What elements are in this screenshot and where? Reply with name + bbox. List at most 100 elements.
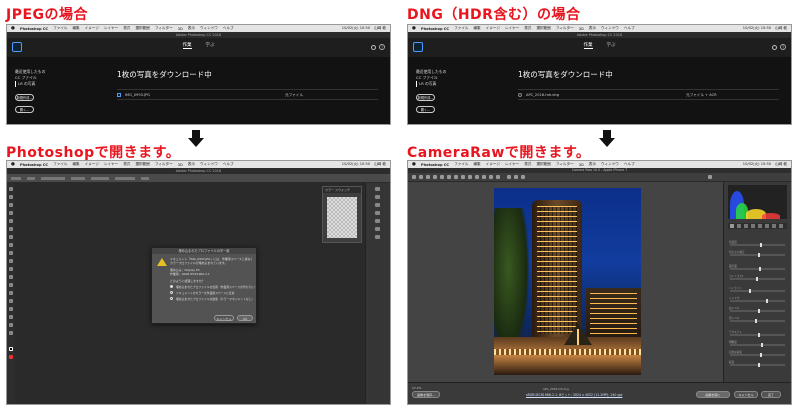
file-checkbox[interactable]	[117, 93, 121, 97]
slider-texture[interactable]: テクスチャ	[729, 331, 785, 337]
apple-icon[interactable]: ●	[11, 26, 15, 31]
dodge-tool-icon[interactable]	[9, 283, 13, 287]
apple-icon[interactable]: ●	[11, 162, 15, 167]
white-balance-tool-icon[interactable]	[426, 175, 430, 179]
new-button[interactable]: 新規作成...	[416, 94, 435, 101]
panel-icon[interactable]	[375, 211, 380, 215]
menu-item[interactable]: 選択範囲	[536, 162, 550, 167]
slider-tint[interactable]: 色かぶり補正	[729, 251, 785, 257]
option-use-embedded-radio[interactable]	[170, 285, 173, 288]
menu-item[interactable]: 書式	[524, 26, 531, 31]
menu-item[interactable]: ファイル	[53, 26, 67, 31]
slider-shadows[interactable]: シャドウ	[729, 297, 785, 303]
help-icon[interactable]: ?	[379, 44, 385, 50]
split-toning-tab-icon[interactable]	[758, 224, 762, 228]
panel-icon[interactable]	[375, 219, 380, 223]
menu-item[interactable]: ファイル	[53, 162, 67, 167]
straighten-tool-icon[interactable]	[454, 175, 458, 179]
menu-user[interactable]: 山崎 敦	[374, 162, 386, 167]
menu-user[interactable]: 山崎 敦	[775, 162, 787, 167]
slider-whites[interactable]: 白レベル	[729, 307, 785, 313]
menu-item[interactable]: イメージ	[486, 162, 500, 167]
menu-item[interactable]: 3D	[579, 27, 584, 31]
done-button[interactable]: 完了	[761, 391, 781, 398]
menu-item[interactable]: フィルター	[556, 162, 574, 167]
search-icon[interactable]	[371, 45, 376, 50]
preferences-icon[interactable]	[507, 175, 511, 179]
slider-contrast[interactable]: コントラスト	[729, 275, 785, 281]
panel-icon[interactable]	[375, 195, 380, 199]
rotate-left-icon[interactable]	[514, 175, 518, 179]
marquee-tool-icon[interactable]	[9, 195, 13, 199]
slider-exposure[interactable]: 露光量	[729, 265, 785, 271]
new-button[interactable]: 新規作成...	[15, 94, 34, 101]
panel-icon[interactable]	[375, 235, 380, 239]
menu-item[interactable]: 選択範囲	[135, 162, 149, 167]
slider-blacks[interactable]: 黒レベル	[729, 317, 785, 323]
search-icon[interactable]	[772, 45, 777, 50]
blur-tool-icon[interactable]	[9, 275, 13, 279]
menu-item[interactable]: 編集	[72, 26, 79, 31]
calibration-tab-icon[interactable]	[779, 224, 783, 228]
menu-item[interactable]: ウィンドウ	[200, 162, 218, 167]
save-image-button[interactable]: 画像を保存...	[412, 391, 440, 398]
zoom-tool-icon[interactable]	[9, 331, 13, 335]
history-brush-icon[interactable]	[9, 251, 13, 255]
radial-filter-icon[interactable]	[496, 175, 500, 179]
brush-tool-icon[interactable]	[9, 235, 13, 239]
stamp-tool-icon[interactable]	[9, 243, 13, 247]
pen-tool-icon[interactable]	[9, 291, 13, 295]
eraser-tool-icon[interactable]	[9, 259, 13, 263]
menu-item[interactable]: ウィンドウ	[601, 162, 619, 167]
tab-learn[interactable]: 学ぶ	[607, 42, 616, 49]
menu-item[interactable]: 3D	[579, 163, 584, 167]
hsl-tab-icon[interactable]	[751, 224, 755, 228]
menu-app[interactable]: Photoshop CC	[20, 163, 48, 167]
menu-item[interactable]: 書式	[123, 162, 130, 167]
cancel-button[interactable]: キャンセル	[734, 391, 758, 398]
menu-item[interactable]: ヘルプ	[624, 162, 635, 167]
menu-item[interactable]: ファイル	[454, 26, 468, 31]
crop-tool-icon[interactable]	[447, 175, 451, 179]
menu-item[interactable]: レイヤー	[104, 26, 118, 31]
graduated-filter-icon[interactable]	[489, 175, 493, 179]
menu-item[interactable]: イメージ	[85, 26, 99, 31]
move-tool-icon[interactable]	[9, 187, 13, 191]
menu-item[interactable]: ヘルプ	[223, 162, 234, 167]
panel-icon[interactable]	[375, 203, 380, 207]
cancel-button[interactable]: キャンセル	[214, 315, 234, 321]
tab-work[interactable]: 作業	[182, 42, 192, 49]
hand-tool-icon[interactable]	[9, 323, 13, 327]
slider-clarity[interactable]: 明瞭度	[729, 341, 785, 347]
hand-tool-icon[interactable]	[419, 175, 423, 179]
fullscreen-icon[interactable]	[708, 175, 712, 179]
gradient-tool-icon[interactable]	[9, 267, 13, 271]
menu-item[interactable]: フィルター	[155, 26, 173, 31]
apple-icon[interactable]: ●	[412, 162, 416, 167]
menu-app[interactable]: Photoshop CC	[421, 163, 449, 167]
menu-item[interactable]: ヘルプ	[624, 26, 635, 31]
panel-icon[interactable]	[375, 187, 380, 191]
targeted-adjustment-icon[interactable]	[440, 175, 444, 179]
apple-icon[interactable]: ●	[412, 26, 416, 31]
menu-item[interactable]: イメージ	[85, 162, 99, 167]
menu-item[interactable]: 表示	[188, 26, 195, 31]
basic-tab-icon[interactable]	[730, 224, 734, 228]
ok-button[interactable]: OK	[237, 315, 253, 321]
menu-user[interactable]: 山崎 敦	[775, 26, 787, 31]
menu-item[interactable]: 表示	[589, 162, 596, 167]
effects-tab-icon[interactable]	[772, 224, 776, 228]
menu-item[interactable]: フィルター	[155, 162, 173, 167]
red-eye-icon[interactable]	[475, 175, 479, 179]
tone-curve-tab-icon[interactable]	[737, 224, 741, 228]
color-sampler-icon[interactable]	[433, 175, 437, 179]
quick-mask-icon[interactable]	[9, 355, 13, 359]
healing-tool-icon[interactable]	[9, 227, 13, 231]
menu-item[interactable]: ヘルプ	[223, 26, 234, 31]
menu-item[interactable]: 編集	[72, 162, 79, 167]
menu-item[interactable]: ファイル	[454, 162, 468, 167]
menu-item[interactable]: 表示	[589, 26, 596, 31]
menu-item[interactable]: 書式	[123, 26, 130, 31]
sidebar-item-lr-photos[interactable]: LR の写真	[416, 81, 446, 87]
type-tool-icon[interactable]	[9, 299, 13, 303]
